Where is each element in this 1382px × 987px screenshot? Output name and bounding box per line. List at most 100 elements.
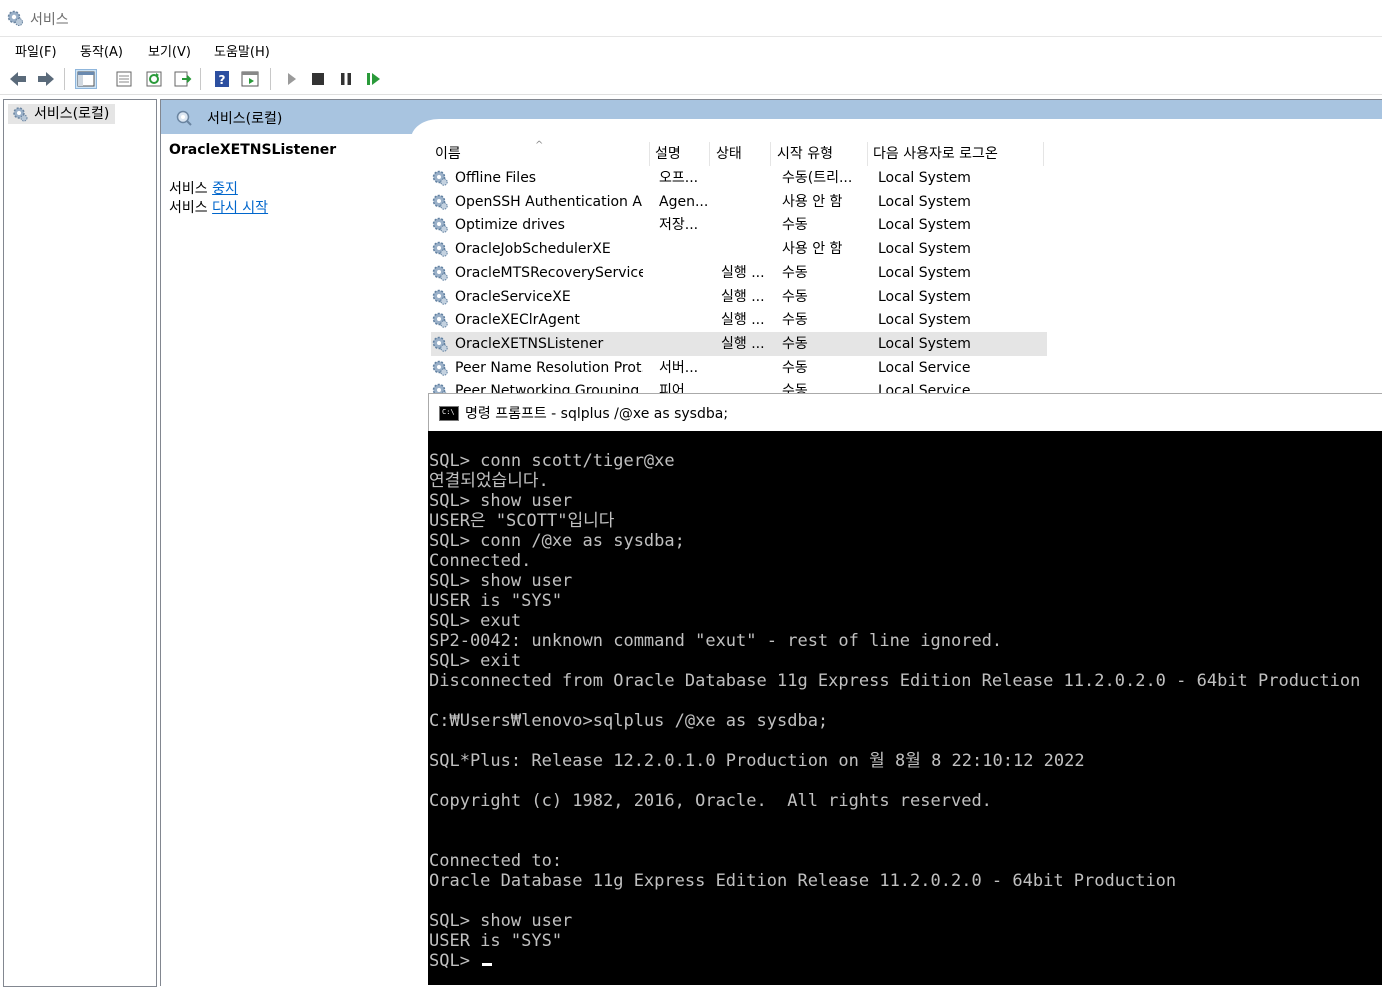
service-logon-cell: Local System — [878, 264, 971, 281]
sort-ascending-icon: ^ — [535, 140, 544, 151]
pause-icon[interactable] — [336, 70, 356, 88]
service-startup-cell: 수동 — [782, 312, 808, 329]
menu-help[interactable]: 도움말(H) — [214, 41, 270, 60]
console-line: Connected to: — [429, 851, 563, 871]
view-icon[interactable] — [240, 70, 260, 88]
service-description-cell: 서버... — [659, 359, 699, 376]
services-gear-icon — [7, 10, 23, 26]
export-icon[interactable] — [172, 70, 192, 88]
console-line: SP2-0042: unknown command "exut" - rest … — [429, 631, 1003, 651]
forward-icon[interactable] — [36, 70, 56, 88]
menu-bar: 파일(F) 동작(A) 보기(V) 도움말(H) — [0, 37, 1382, 62]
command-prompt-title: 명령 프롬프트 - sqlplus /@xe as sysdba; — [465, 406, 729, 422]
properties-icon[interactable] — [114, 70, 134, 88]
service-startup-cell: 사용 안 함 — [782, 241, 843, 258]
play-icon[interactable] — [282, 70, 302, 88]
service-description-cell: 오프... — [659, 170, 699, 186]
column-header-description[interactable]: 설명 — [651, 142, 710, 166]
column-header-startup-type[interactable]: 시작 유형 — [773, 142, 868, 166]
stop-icon[interactable] — [308, 70, 328, 88]
console-tree-pane: 서비스(로컬) — [3, 99, 157, 987]
console-line: Oracle Database 11g Express Edition Rele… — [429, 871, 1177, 891]
service-gear-icon — [431, 193, 449, 215]
menu-view[interactable]: 보기(V) — [148, 41, 191, 60]
console-output[interactable]: SQL> conn scott/tiger@xe 연결되었습니다. SQL> sho… — [429, 451, 1379, 971]
console-line: SQL> exut — [429, 611, 522, 631]
service-logon-cell: Local System — [878, 241, 971, 258]
service-gear-icon — [431, 240, 449, 262]
service-description-cell: 저장... — [659, 217, 699, 234]
column-header-logon-as[interactable]: 다음 사용자로 로그온 — [869, 142, 1044, 166]
console-line: Copyright (c) 1982, 2016, Oracle. All ri… — [429, 791, 992, 811]
console-line: USER은 "SCOTT"입니다 — [429, 511, 615, 531]
service-description-cell: Agen... — [659, 193, 707, 210]
table-row[interactable]: OracleXETNSListener 실행 ... 수동 Local System — [431, 331, 1047, 356]
cmd-icon-text: C:\ — [442, 408, 455, 416]
services-list: 이름 ^ 설명 상태 시작 유형 다음 사용자로 로그온 Offline Fil… — [431, 136, 1051, 396]
service-status-cell — [721, 166, 771, 190]
service-logon-cell: Local System — [878, 312, 971, 329]
table-row[interactable]: Optimize drives 저장... 수동 Local System — [431, 213, 1047, 237]
table-row[interactable]: Peer Name Resolution Prot... 서버... 수동 Local… — [431, 356, 1047, 380]
service-name-cell: Offline Files — [455, 170, 537, 186]
service-gear-icon — [431, 359, 449, 381]
console-line: SQL> conn scott/tiger@xe — [429, 451, 675, 471]
refresh-icon[interactable] — [144, 70, 164, 88]
table-row[interactable]: OracleServiceXE 실행 ... 수동 Local System — [431, 285, 1047, 309]
menu-action[interactable]: 동작(A) — [80, 41, 123, 60]
console-tree-icon[interactable] — [75, 69, 97, 89]
table-row[interactable]: OracleJobSchedulerXE 사용 안 함 Local System — [431, 237, 1047, 261]
table-row[interactable]: OracleMTSRecoveryService 실행 ... 수동 Local Sy… — [431, 261, 1047, 285]
table-row[interactable]: Offline Files 오프... 수동(트리... Local System — [431, 166, 1047, 190]
service-description-cell — [659, 332, 707, 356]
service-status-cell — [721, 213, 771, 237]
service-logon-cell: Local Service — [878, 359, 971, 376]
console-line: USER is "SYS" — [429, 931, 563, 951]
service-gear-icon — [431, 264, 449, 286]
service-gear-icon — [431, 216, 449, 238]
services-header-title: 서비스(로컬) — [207, 111, 283, 127]
service-gear-icon — [431, 169, 449, 191]
tree-item-services-local[interactable]: 서비스(로컬) — [8, 104, 116, 124]
column-header-name[interactable]: 이름 ^ — [431, 140, 650, 166]
service-status-cell: 실행 ... — [721, 264, 765, 281]
menu-file[interactable]: 파일(F) — [15, 41, 57, 60]
service-status-cell: 실행 ... — [721, 335, 765, 352]
back-icon[interactable] — [8, 70, 28, 88]
service-status-cell — [721, 190, 771, 214]
console-line: Disconnected from Oracle Database 11g Ex… — [429, 671, 1361, 691]
service-name-cell: OracleServiceXE — [455, 288, 571, 305]
restart-service-link[interactable]: 다시 시작 — [212, 200, 268, 216]
table-row[interactable]: OpenSSH Authentication A... Agen... 사용 안 함… — [431, 190, 1047, 214]
column-name-label: 이름 — [435, 146, 461, 162]
resume-icon[interactable] — [364, 70, 384, 88]
column-header-status[interactable]: 상태 — [712, 142, 771, 166]
console-line: SQL> — [429, 951, 1379, 971]
toolbar-separator — [200, 68, 201, 90]
restart-prefix: 서비스 — [169, 200, 208, 216]
console-line: 연결되었습니다. — [429, 471, 549, 491]
console-line: SQL> show user — [429, 571, 573, 591]
service-startup-cell: 수동 — [782, 217, 808, 234]
service-description-cell — [659, 308, 707, 332]
help-icon[interactable]: ? — [212, 70, 232, 88]
svg-text:?: ? — [219, 73, 226, 87]
service-logon-cell: Local System — [878, 170, 971, 186]
service-status-cell: 실행 ... — [721, 288, 765, 305]
console-line: Connected. — [429, 551, 532, 571]
command-prompt-window[interactable]: C:\ 명령 프롬프트 - sqlplus /@xe as sysdba; SQ… — [428, 393, 1382, 985]
service-description-cell — [659, 285, 707, 309]
console-line: SQL> show user — [429, 491, 573, 511]
command-prompt-titlebar[interactable]: C:\ 명령 프롬프트 - sqlplus /@xe as sysdba; — [428, 393, 1382, 431]
services-gear-icon — [13, 107, 28, 122]
service-name-cell: Peer Name Resolution Prot... — [455, 359, 643, 376]
services-magnifier-icon — [176, 110, 192, 126]
service-logon-cell: Local System — [878, 193, 971, 210]
console-cursor — [482, 963, 493, 966]
service-logon-cell: Local System — [878, 288, 971, 305]
table-row[interactable]: OracleXEClrAgent 실행 ... 수동 Local System — [431, 308, 1047, 332]
service-startup-cell: 수동(트리... — [782, 170, 853, 186]
stop-service-link[interactable]: 중지 — [212, 181, 238, 197]
